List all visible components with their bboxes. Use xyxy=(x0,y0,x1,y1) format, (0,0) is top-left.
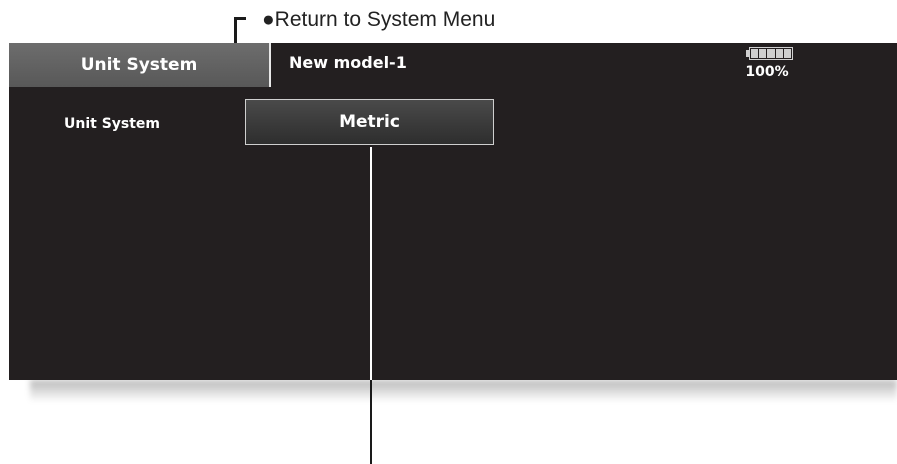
annotation-bracket xyxy=(234,17,246,46)
return-annotation-label: ●Return to System Menu xyxy=(262,8,496,31)
battery-indicator: 100% xyxy=(741,47,809,87)
callout-leader-line-inner xyxy=(370,147,372,380)
unit-system-title-button[interactable]: Unit System xyxy=(9,43,271,87)
screen-shadow xyxy=(30,380,897,402)
battery-percent: 100% xyxy=(745,64,789,80)
device-screen: Unit System New model-1 100% Unit System… xyxy=(9,43,897,380)
unit-system-select-button[interactable]: Metric xyxy=(245,99,494,145)
battery-cell xyxy=(767,49,775,58)
battery-cell xyxy=(751,49,759,58)
battery-cell xyxy=(775,49,783,58)
model-name: New model-1 xyxy=(289,53,407,72)
unit-system-label: Unit System xyxy=(64,116,161,132)
battery-cell xyxy=(783,49,792,58)
battery-cell xyxy=(759,49,767,58)
battery-icon xyxy=(749,47,793,60)
